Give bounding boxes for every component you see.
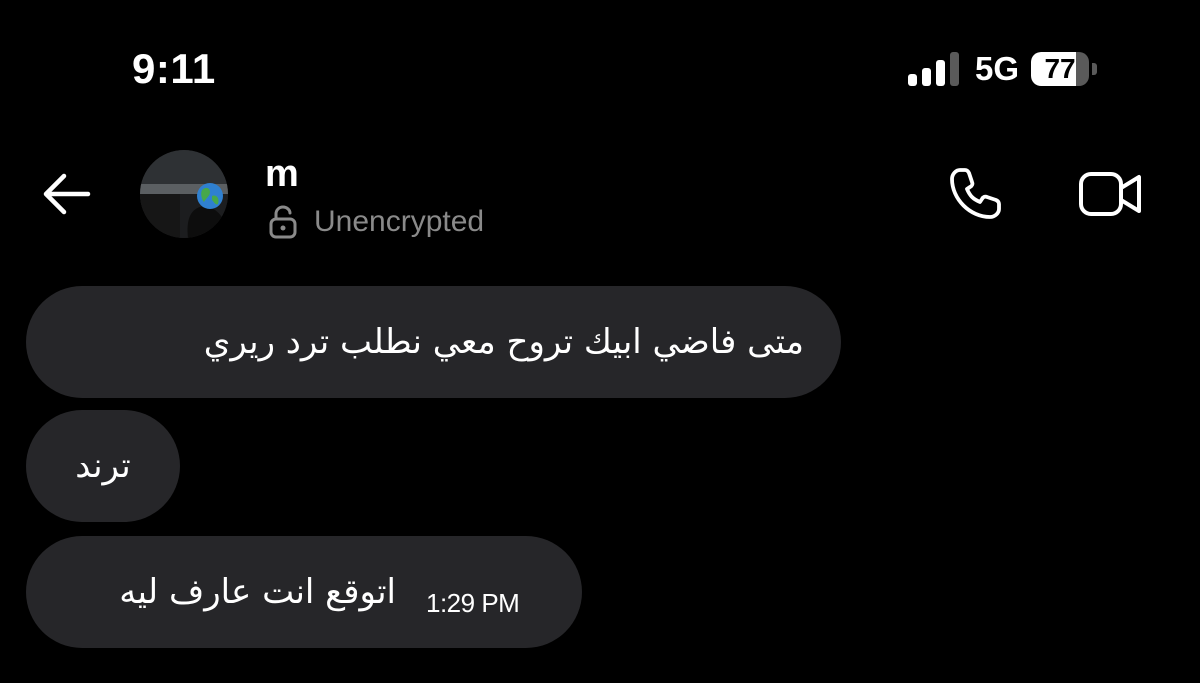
contact-name[interactable]: m: [265, 150, 299, 198]
battery-cap: [1092, 63, 1098, 75]
signal-bar: [936, 60, 945, 86]
cellular-signal-icon: [908, 52, 959, 86]
phone-icon: [950, 168, 1001, 219]
message-text: متى فاضي ابيك تروح معي نطلب ترد ريري: [203, 322, 804, 362]
message-bubble[interactable]: اتوقع انت عارف ليه 1:29 PM: [26, 536, 582, 648]
video-camera-icon: [1079, 172, 1141, 216]
chat-screen: 9:11 5G 77 m Unencrypted متى فاضي ابيك ت…: [0, 0, 1200, 683]
signal-bar: [922, 68, 931, 86]
status-time: 9:11: [132, 45, 216, 92]
voice-call-button[interactable]: [946, 165, 1004, 223]
status-indicators: 5G 77: [908, 46, 1098, 92]
video-call-button[interactable]: [1078, 168, 1144, 220]
contact-avatar[interactable]: [140, 150, 228, 238]
message-bubble[interactable]: متى فاضي ابيك تروح معي نطلب ترد ريري: [26, 286, 841, 398]
signal-bar: [908, 74, 917, 86]
message-text: اتوقع انت عارف ليه: [119, 572, 396, 612]
encryption-label: Unencrypted: [314, 205, 485, 238]
arrow-left-icon: [43, 173, 91, 215]
battery-percent: 77: [1044, 53, 1076, 84]
network-type: 5G: [975, 50, 1020, 87]
avatar-image: [140, 150, 228, 238]
message-bubble[interactable]: ترند: [26, 410, 180, 522]
message-text: ترند: [75, 446, 131, 486]
back-button[interactable]: [38, 170, 94, 218]
message-timestamp: 1:29 PM: [426, 587, 520, 618]
battery-icon: 77: [1031, 52, 1090, 86]
signal-bar: [950, 52, 959, 86]
unlocked-padlock-icon: [269, 205, 297, 239]
encryption-status[interactable]: Unencrypted: [268, 202, 484, 242]
